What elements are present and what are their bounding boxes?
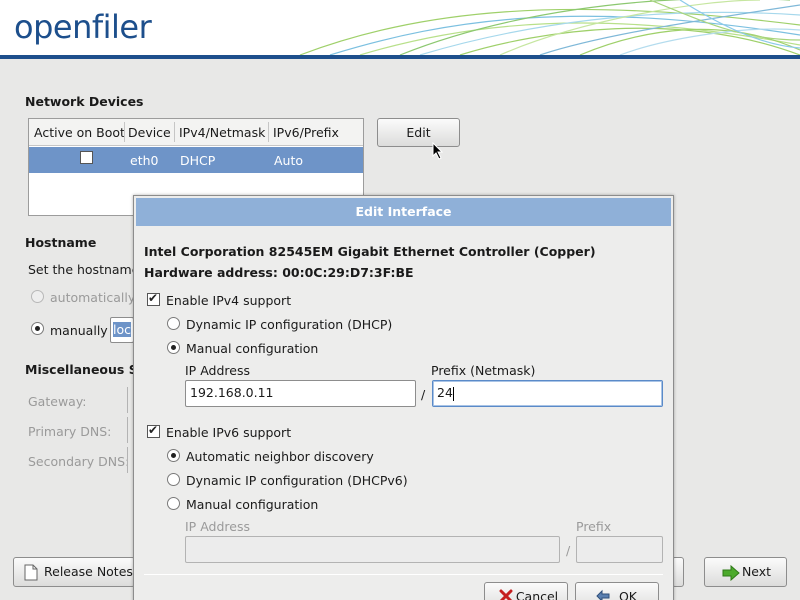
column-header-device[interactable]: Device (128, 125, 171, 140)
openfiler-logo: openfiler (14, 8, 152, 46)
enable-ipv4-checkbox[interactable] (147, 291, 160, 306)
release-notes-label: Release Notes (44, 564, 133, 579)
ipv4-prefix-input[interactable]: 24 (432, 380, 663, 407)
ipv6-dhcp-label: Dynamic IP configuration (DHCPv6) (186, 473, 408, 488)
secondary-dns-label: Secondary DNS: (28, 454, 130, 469)
ok-label: OK (618, 589, 638, 600)
ipv6-prefix-label: Prefix (576, 519, 612, 534)
ipv4-dhcp-radio[interactable] (167, 317, 180, 330)
ipv6-dhcp-radio[interactable] (167, 473, 180, 486)
ipv4-ip-address-input[interactable]: 192.168.0.11 (185, 380, 416, 407)
hostname-title: Hostname (25, 235, 97, 250)
hostname-auto-radio[interactable] (31, 290, 44, 303)
device-description: Intel Corporation 82545EM Gigabit Ethern… (144, 244, 596, 259)
dialog-title: Edit Interface (136, 198, 671, 226)
ipv6-ip-address-input[interactable] (185, 536, 560, 563)
enable-ipv4-label: Enable IPv4 support (166, 293, 292, 308)
ipv6-cell: Auto (274, 153, 304, 168)
network-devices-title: Network Devices (25, 94, 144, 109)
column-header-ipv4[interactable]: IPv4/Netmask (179, 125, 265, 140)
ipv4-ip-address-label: IP Address (185, 363, 250, 378)
ipv4-cell: DHCP (180, 153, 216, 168)
primary-dns-label: Primary DNS: (28, 424, 112, 439)
gateway-label: Gateway: (28, 394, 87, 409)
ipv6-manual-radio[interactable] (167, 497, 180, 510)
active-on-boot-checkbox[interactable] (80, 151, 93, 164)
ipv4-prefix-value: 24 (437, 385, 453, 400)
column-header-active[interactable]: Active on Boot (34, 125, 125, 140)
ipv4-slash: / (421, 387, 426, 402)
hardware-address: Hardware address: 00:0C:29:D7:3F:BE (144, 265, 414, 280)
device-cell: eth0 (130, 153, 159, 168)
next-label: Next (741, 564, 772, 579)
text-caret (452, 386, 454, 401)
hostname-auto-label: automatically (50, 290, 136, 305)
edit-button[interactable]: Edit (377, 118, 460, 147)
header-banner: openfiler (0, 0, 800, 55)
ipv6-prefix-input[interactable] (576, 536, 663, 563)
hostname-description: Set the hostname (28, 262, 140, 277)
ipv4-prefix-label: Prefix (Netmask) (431, 363, 536, 378)
ipv6-slash: / (566, 543, 571, 558)
ok-button[interactable]: OK (575, 582, 659, 600)
hostname-manual-label: manually (50, 323, 108, 338)
release-notes-button[interactable]: Release Notes (13, 557, 135, 587)
ipv4-manual-label: Manual configuration (186, 341, 319, 356)
cancel-button[interactable]: Cancel (484, 582, 568, 600)
ipv6-auto-label: Automatic neighbor discovery (186, 449, 374, 464)
header-accent-bar (0, 55, 800, 59)
ipv4-dhcp-label: Dynamic IP configuration (DHCP) (186, 317, 393, 332)
enable-ipv6-label: Enable IPv6 support (166, 425, 292, 440)
hostname-manual-radio[interactable] (31, 322, 44, 335)
column-header-ipv6[interactable]: IPv6/Prefix (273, 125, 339, 140)
cancel-label: Cancel (515, 589, 559, 600)
cancel-icon (499, 589, 513, 600)
edit-interface-dialog: Edit Interface Intel Corporation 82545EM… (133, 195, 674, 600)
next-button[interactable]: Next (704, 557, 787, 587)
table-row[interactable]: eth0 DHCP Auto (29, 147, 363, 173)
table-header: Active on Boot Device IPv4/Netmask IPv6/… (29, 119, 363, 146)
ipv4-manual-radio[interactable] (167, 341, 180, 354)
ipv6-ip-address-label: IP Address (185, 519, 250, 534)
enable-ipv6-checkbox[interactable] (147, 423, 160, 438)
ipv6-auto-radio[interactable] (167, 449, 180, 462)
hostname-value: loc (113, 322, 131, 337)
arrow-right-icon (722, 565, 740, 581)
ok-icon (596, 589, 610, 600)
edit-button-label: Edit (406, 125, 431, 140)
misc-settings-title: Miscellaneous Se (25, 362, 147, 377)
ipv6-manual-label: Manual configuration (186, 497, 319, 512)
mouse-cursor-icon (432, 142, 444, 160)
hostname-input[interactable]: loc (110, 317, 134, 343)
dialog-separator (144, 574, 663, 575)
document-icon (24, 564, 38, 581)
